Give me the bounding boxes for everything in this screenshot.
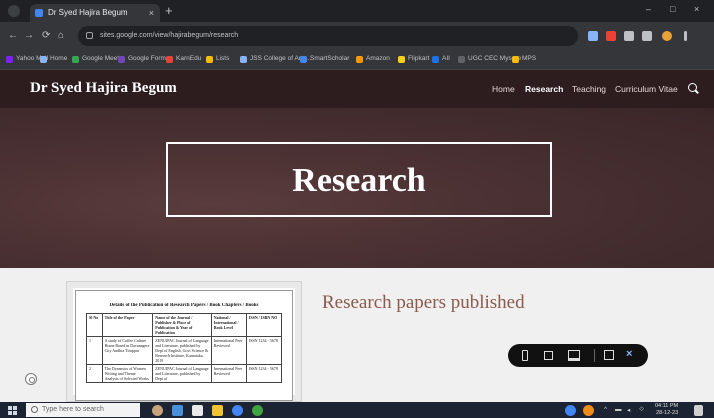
back-button[interactable]: ← [8,30,18,41]
section-heading: Research papers published [322,292,525,313]
taskbar-search-box[interactable]: Type here to search [26,403,140,417]
column-header: Sl No [86,313,103,337]
page-info-icon[interactable] [25,373,37,385]
tab-close-icon[interactable]: × [149,4,154,22]
publication-table: Sl No Title of the Paper Name of the Jou… [86,313,283,383]
bookmark-item[interactable]: AII [432,55,450,63]
clock-time: 04:11 PM [655,403,679,409]
profile-avatar[interactable] [662,31,672,41]
bookmark-item[interactable]: Google Forms [118,55,169,63]
tab-search-icon[interactable] [8,5,20,17]
new-tab-button[interactable]: + [165,3,173,18]
nav-teaching[interactable]: Teaching [572,84,606,94]
hero-frame: Research [166,142,552,217]
table-cell: 2 [86,364,103,383]
table-cell: A study of Coffee Culture Home Based in … [101,336,154,365]
tray-app-icon[interactable] [583,405,594,416]
column-header: ISSN / ISBN NO [245,313,283,337]
browser-menu-icon[interactable] [684,31,687,41]
table-cell: ISSN 1234 - 5678 [245,336,283,365]
document-page: Details of the Publication of Research P… [75,290,293,401]
extension-icon[interactable] [606,31,616,41]
nav-home[interactable]: Home [492,84,515,94]
notifications-icon[interactable] [694,405,703,416]
site-info-icon[interactable] [86,32,93,39]
nav-research[interactable]: Research [525,84,563,94]
tray-app-icon[interactable] [565,405,576,416]
mobile-view-icon[interactable] [522,350,528,361]
nav-curriculum-vitae[interactable]: Curriculum Vitae [615,84,678,94]
hero-title: Research [292,162,426,199]
open-new-window-icon[interactable] [604,350,614,360]
bookmark-item[interactable]: Home [40,55,67,63]
browser-tab-bar: Dr Syed Hajira Begum × + – □ × [0,0,714,22]
bookmark-item[interactable]: KarnEdu [166,55,201,63]
extension-icon[interactable] [588,31,598,41]
person-icon[interactable] [152,405,163,416]
task-view-icon[interactable] [172,405,183,416]
url-text: sites.google.com/view/hajirabegum/resear… [100,32,239,39]
toolbar-divider [594,349,595,362]
forward-button[interactable]: → [24,30,34,41]
tab-title: Dr Syed Hajira Begum [48,8,128,17]
search-icon[interactable] [688,83,697,92]
table-cell: The Dynamics of Women Writing and Theme … [101,364,154,383]
volume-icon[interactable]: ◂ [627,406,630,414]
windows-taskbar: Type here to search ^ ▬ ◂ ⟐ 04:11 PM 28-… [0,402,714,418]
maximize-button[interactable]: □ [670,4,675,14]
table-cell: ISSN 1234 - 5678 [245,364,283,383]
bookmark-item[interactable]: MPS [512,55,536,63]
clock-date: 28-12-23 [656,410,679,416]
column-header: Name of the Journal / Publisher & Place … [152,313,212,337]
reload-button[interactable]: ⟳ [42,30,50,41]
whatsapp-icon[interactable] [252,405,263,416]
table-cell: International Peer Reviewed [210,336,247,365]
desktop-view-icon[interactable] [568,350,580,361]
minimize-button[interactable]: – [646,4,651,14]
file-explorer-icon[interactable] [212,405,223,416]
table-header-row: Sl No Title of the Paper Name of the Jou… [86,313,283,337]
close-window-button[interactable]: × [694,4,699,14]
store-icon[interactable] [192,405,203,416]
bookmark-item[interactable]: Lists [206,55,229,63]
network-icon[interactable]: ▬ [615,406,622,413]
bookmarks-bar: Yahoo Mail Home Google Meet Google Forms Kar… [0,50,714,70]
windows-start-icon[interactable] [8,406,17,415]
column-header: Title of the Paper [101,313,154,337]
url-bar[interactable]: sites.google.com/view/hajirabegum/resear… [78,26,578,46]
table-cell: 1 [86,336,103,365]
side-panel-icon[interactable] [642,31,652,41]
table-cell: ZENUIPAC Journal of Language and Literat… [152,364,212,383]
preview-toolbar: × [508,344,648,367]
site-title[interactable]: Dr Syed Hajira Begum [30,80,177,97]
hero-banner: Research [0,108,714,268]
table-cell: International Peer Reviewed [210,364,247,383]
extensions-puzzle-icon[interactable] [624,31,634,41]
close-preview-icon[interactable]: × [626,348,632,360]
site-header: Dr Syed Hajira Begum Home Research Teach… [0,70,714,108]
chrome-icon[interactable] [232,405,243,416]
browser-tab[interactable]: Dr Syed Hajira Begum × [30,4,160,22]
table-row: 1 A study of Coffee Culture Home Based i… [86,336,283,365]
tray-chevron-icon[interactable]: ^ [604,406,607,413]
main-content: Details of the Publication of Research P… [0,268,714,402]
document-image: Details of the Publication of Research P… [66,281,302,402]
table-cell: ZENUIPAC Journal of Language and Literat… [152,336,212,365]
bookmark-item[interactable]: Flipkart [398,55,429,63]
site-favicon-icon [35,9,43,17]
bookmark-item[interactable]: SmartScholar [300,55,349,63]
address-toolbar: ← → ⟳ ⌂ sites.google.com/view/hajirabegu… [0,22,714,50]
home-button[interactable]: ⌂ [58,30,64,41]
tablet-view-icon[interactable] [544,351,553,360]
document-heading: Details of the Publication of Research P… [109,303,259,308]
column-header: National / International / Book Level [210,313,247,337]
table-row: 2 The Dynamics of Women Writing and Them… [86,364,283,383]
language-icon[interactable]: ⟐ [639,406,644,414]
clock[interactable]: 04:11 PM 28-12-23 [655,403,678,417]
bookmark-item[interactable]: Google Meet [72,55,119,63]
bookmark-item[interactable]: Amazon [356,55,390,63]
